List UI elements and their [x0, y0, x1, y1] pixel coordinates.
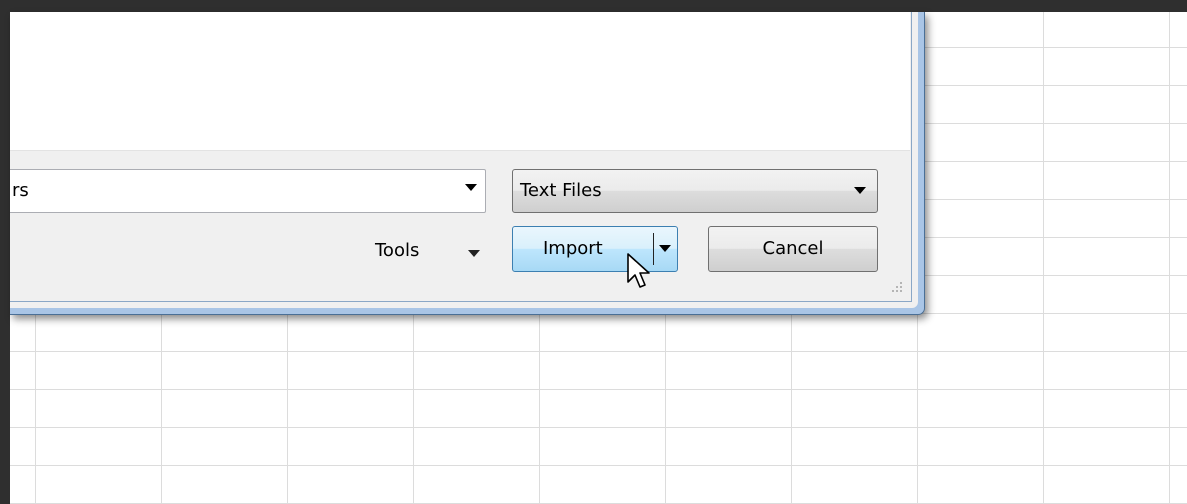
tools-button[interactable]: Tools [370, 238, 486, 268]
import-button[interactable]: Import [512, 226, 678, 272]
tools-label: Tools [375, 240, 420, 261]
split-divider [653, 233, 654, 265]
file-type-value: Text Files [520, 180, 602, 201]
screen-frame-left [0, 0, 10, 504]
filename-input[interactable]: rs [12, 180, 29, 201]
import-label: Import [543, 238, 603, 259]
dialog-body: rs Text Files Tools Import Cancel [10, 12, 912, 302]
chevron-down-icon[interactable] [465, 184, 477, 191]
file-list-pane[interactable] [10, 12, 910, 151]
cancel-label: Cancel [762, 238, 824, 259]
chevron-down-icon [854, 187, 866, 194]
file-type-select[interactable]: Text Files [512, 169, 878, 213]
cancel-button[interactable]: Cancel [708, 226, 878, 272]
resize-grip-icon[interactable] [890, 280, 904, 294]
screen-frame-top [0, 0, 1187, 12]
mouse-pointer-icon [627, 253, 650, 288]
chevron-down-icon[interactable] [659, 245, 671, 252]
chevron-down-icon [468, 250, 480, 257]
filename-combo[interactable]: rs [10, 169, 486, 213]
import-dialog: rs Text Files Tools Import Cancel [10, 12, 925, 315]
